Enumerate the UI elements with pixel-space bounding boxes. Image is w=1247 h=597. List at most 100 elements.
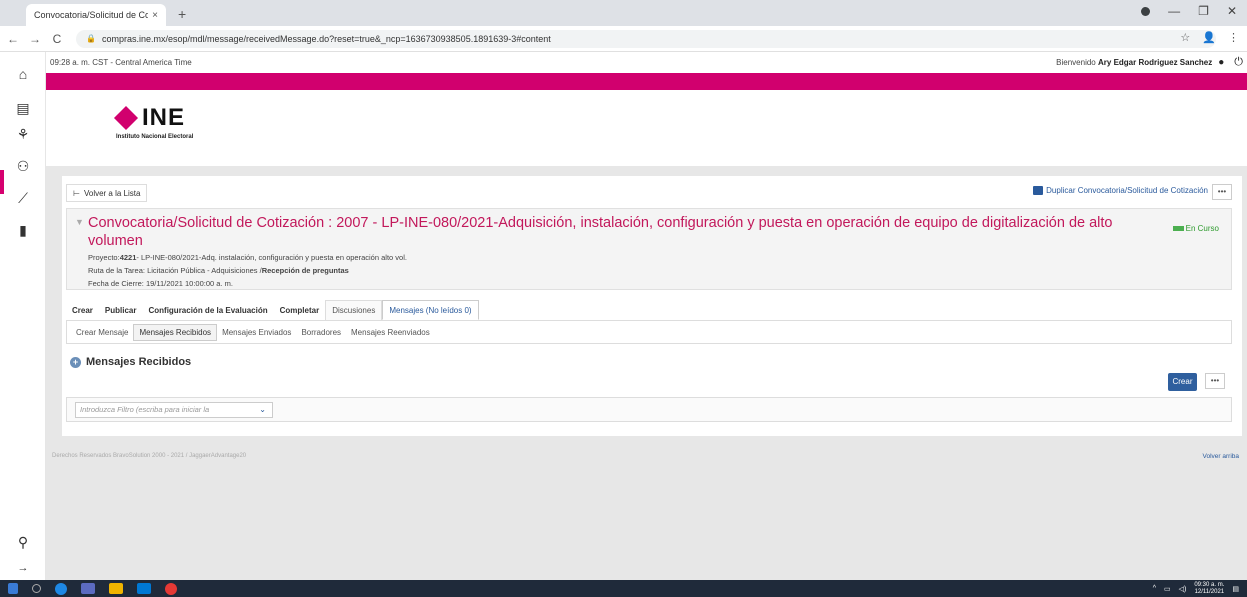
ine-logo[interactable]: INE Instituto Nacional Electoral [113,104,194,140]
message-sub-tabs: Crear Mensaje Mensajes Recibidos Mensaje… [66,320,1232,344]
app-top-bar: 09:28 a. m. CST - Central America Time B… [46,52,1247,72]
tab-crear[interactable]: Crear [66,300,99,320]
status-label: En Curso [1185,224,1219,233]
brand-bar [46,73,1247,90]
analytics-icon[interactable]: ⟋ [13,188,33,208]
user-icon[interactable]: ● [1218,57,1224,68]
browser-tab[interactable]: Convocatoria/Solicitud de Cotiza × [26,4,166,26]
duplicate-icon [1033,186,1044,195]
os-taskbar: ^ ▭ ◁) 09:30 a. m. 12/11/2021 ▤ [0,580,1247,597]
main-content: ⊢ Volver a la Lista Duplicar Convocatori… [62,176,1242,436]
search-icon[interactable] [32,584,41,593]
project-info: Proyecto:4221- LP-INE-080/2021-Adq. inst… [88,253,407,262]
welcome-message: Bienvenido Ary Edgar Rodriguez Sanchez [1056,58,1212,67]
close-tab-icon[interactable]: × [152,10,158,21]
subtab-crear-mensaje[interactable]: Crear Mensaje [71,325,133,340]
project-id: 4221 [119,253,137,262]
chrome-icon[interactable] [165,582,177,595]
tab-discusiones[interactable]: Discusiones [325,300,383,320]
more-actions-button[interactable]: ••• [1212,184,1232,200]
back-to-top-link[interactable]: Volver arriba [1203,453,1240,460]
home-icon[interactable]: ⌂ [13,64,33,84]
tray-chevron-icon[interactable]: ^ [1153,585,1156,592]
bookmark-star-icon[interactable]: ☆ [1180,31,1190,44]
create-message-button[interactable]: Crear [1168,373,1197,391]
profile-icon[interactable]: 👤 [1202,31,1216,44]
system-clock[interactable]: 09:30 a. m. 12/11/2021 [1194,582,1224,596]
new-tab-button[interactable]: + [178,6,186,22]
search-icon[interactable]: ⚲ [13,532,33,552]
close-window-icon[interactable]: ✕ [1227,4,1237,18]
duplicate-link[interactable]: Duplicar Convocatoria/Solicitud de Cotiz… [1033,186,1208,195]
task-route: Ruta de la Tarea: Licitación Pública - A… [88,266,349,275]
subtab-mensajes-recibidos[interactable]: Mensajes Recibidos [133,323,218,341]
project-text: - LP-INE-080/2021-Adq. instalación, conf… [136,253,407,262]
summary-panel: ▼ Convocatoria/Solicitud de Cotización :… [66,208,1232,290]
url-field[interactable]: 🔒 compras.ine.mx/esop/mdl/message/receiv… [76,29,1216,48]
chevron-down-icon[interactable]: ⌄ [259,403,266,417]
clock-time: 09:30 a. m. [1194,581,1225,588]
section-header: + Mensajes Recibidos [70,356,191,368]
notifications-icon[interactable]: ▤ [1232,585,1239,593]
route-label: Ruta de la Tarea: Licitación Pública - A… [88,266,262,275]
active-indicator [0,170,4,194]
volume-icon[interactable]: ◁) [1179,585,1187,593]
current-time: 09:28 a. m. CST - Central America Time [50,57,192,67]
address-bar-actions: ☆ 👤 ⋮ [1180,31,1239,44]
expand-arrow-icon[interactable]: → [13,558,33,578]
filter-placeholder: Introduzca Filtro (escriba para iniciar … [80,405,210,414]
subtab-mensajes-reenviados[interactable]: Mensajes Reenviados [346,325,435,340]
browser-tab-strip: Convocatoria/Solicitud de Cotiza × + — ❐… [0,0,1247,26]
tab-completar[interactable]: Completar [274,300,326,320]
footer-copyright: Derechos Reservados BravoSolution 2000 -… [52,453,247,459]
system-tray: ^ ▭ ◁) 09:30 a. m. 12/11/2021 ▤ [1153,580,1239,597]
browser-tab-title: Convocatoria/Solicitud de Cotiza [34,10,149,20]
route-current: Recepción de preguntas [261,266,349,275]
file-explorer-icon[interactable] [109,583,123,594]
close-date: Fecha de Cierre: 19/11/2021 10:00:00 a. … [88,279,233,288]
filter-input[interactable]: Introduzca Filtro (escriba para iniciar … [75,402,273,418]
logo-subtitle: Instituto Nacional Electoral [116,134,194,140]
dashboard-icon[interactable]: ▤ [13,98,33,118]
main-tabs: Crear Publicar Configuración de la Evalu… [66,300,479,320]
back-to-list-label: Volver a la Lista [83,188,141,198]
status-badge: En Curso [1172,224,1219,233]
start-icon[interactable] [8,583,18,594]
edge-icon[interactable] [55,582,67,595]
filter-panel: Introduzca Filtro (escriba para iniciar … [66,397,1232,422]
tab-mensajes[interactable]: Mensajes (No leídos 0) [382,300,479,320]
forward-arrow-icon[interactable]: → [26,32,44,46]
welcome-prefix: Bienvenido [1056,57,1096,67]
status-bar-icon [1172,226,1184,231]
window-controls: — ❐ ✕ [1141,4,1237,18]
address-bar: ← → C 🔒 compras.ine.mx/esop/mdl/message/… [0,26,1247,52]
page-title: Convocatoria/Solicitud de Cotización : 2… [88,215,1113,249]
tab-publicar[interactable]: Publicar [99,300,143,320]
outlook-icon[interactable] [137,583,151,594]
reload-icon[interactable]: C [48,32,66,46]
teams-icon[interactable] [81,583,95,594]
documents-icon[interactable]: ▮ [13,220,33,240]
project-label: Proyecto: [88,253,120,262]
network-icon[interactable]: ▭ [1164,585,1171,593]
logo-text: INE [142,104,186,131]
section-more-button[interactable]: ••• [1205,373,1225,389]
tab-configuracion-evaluacion[interactable]: Configuración de la Evaluación [142,300,273,320]
handshake-icon[interactable]: ⚘ [13,124,33,144]
maximize-icon[interactable]: ❐ [1198,4,1209,18]
url-text: compras.ine.mx/esop/mdl/message/received… [101,33,551,44]
subtab-borradores[interactable]: Borradores [296,325,346,340]
expand-plus-icon[interactable]: + [70,356,81,368]
profile-dot-icon[interactable] [1141,6,1151,16]
logout-icon[interactable]: ⏻ [1234,56,1243,69]
collapse-caret-icon[interactable]: ▼ [75,217,84,227]
back-arrow-icon[interactable]: ← [4,32,22,46]
minimize-icon[interactable]: — [1168,4,1180,18]
suppliers-icon[interactable]: ⚇ [13,156,33,176]
logo-area: INE Instituto Nacional Electoral [46,90,1247,166]
subtab-mensajes-enviados[interactable]: Mensajes Enviados [217,325,296,340]
ine-logo-mark-icon [113,105,139,131]
browser-menu-icon[interactable]: ⋮ [1228,31,1239,44]
back-to-list-button[interactable]: ⊢ Volver a la Lista [66,184,148,202]
duplicate-label: Duplicar Convocatoria/Solicitud de Cotiz… [1046,186,1208,195]
